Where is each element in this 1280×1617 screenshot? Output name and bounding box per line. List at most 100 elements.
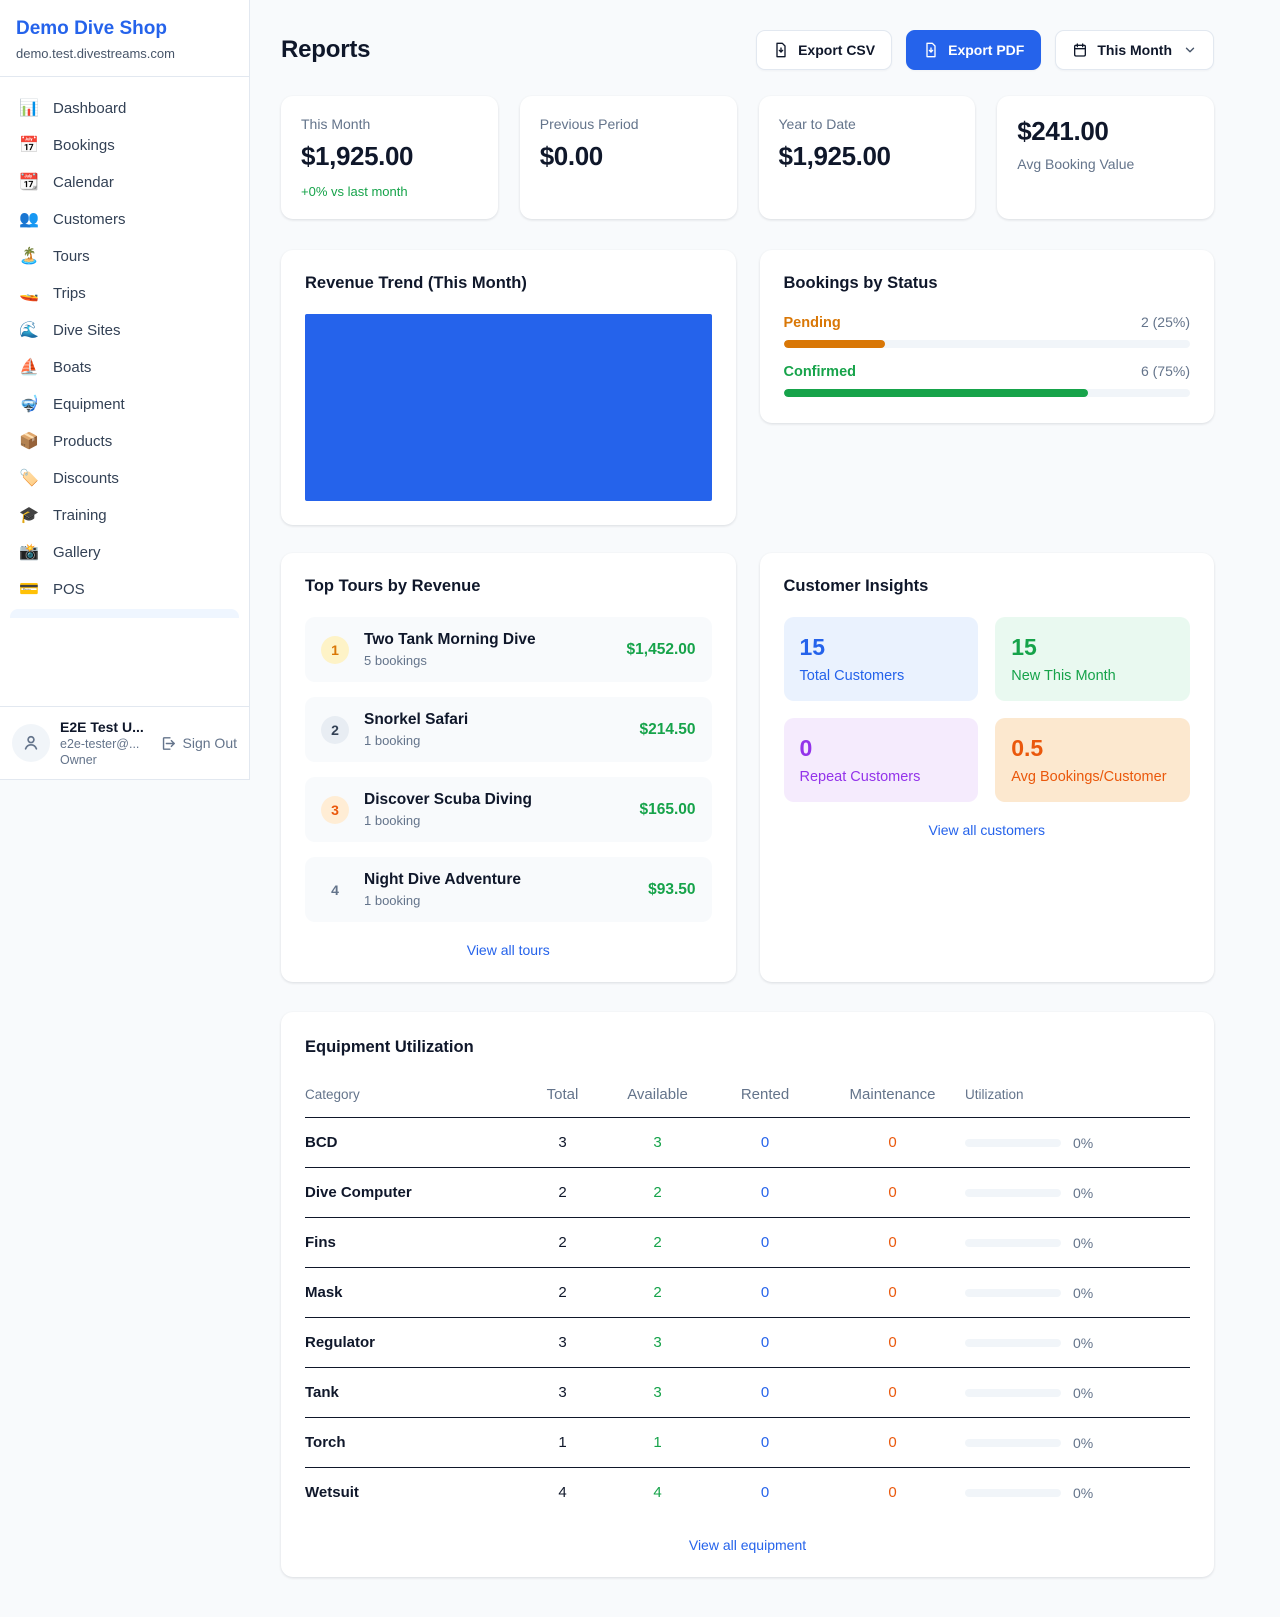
sidebar-item-tours[interactable]: 🏝️ Tours: [8, 238, 241, 275]
sidebar-item-label: Dive Sites: [53, 322, 121, 339]
table-row: Fins 2 2 0 0 0%: [305, 1218, 1190, 1268]
speedboat-icon: 🚤: [18, 286, 40, 302]
tour-row[interactable]: 3 Discover Scuba Diving 1 booking $165.0…: [305, 777, 712, 842]
equipment-category: Regulator: [305, 1334, 520, 1351]
equipment-rented: 0: [710, 1134, 820, 1151]
page-header: Reports Export CSV Export PDF: [281, 30, 1214, 70]
sidebar-item-dive-sites[interactable]: 🌊 Dive Sites: [8, 312, 241, 349]
col-header-utilization: Utilization: [965, 1087, 1190, 1102]
sidebar-item-gallery[interactable]: 📸 Gallery: [8, 534, 241, 571]
status-label: Pending: [784, 315, 841, 331]
tile-label: New This Month: [1011, 668, 1174, 684]
equipment-available: 3: [605, 1334, 710, 1351]
tour-amount: $1,452.00: [627, 641, 696, 659]
sign-out-button[interactable]: Sign Out: [160, 735, 237, 752]
sidebar-item-label: Dashboard: [53, 100, 126, 117]
sidebar-item-discounts[interactable]: 🏷️ Discounts: [8, 460, 241, 497]
sidebar-item-pos[interactable]: 💳 POS: [8, 571, 241, 608]
equipment-total: 1: [520, 1434, 605, 1451]
export-pdf-button[interactable]: Export PDF: [906, 30, 1041, 70]
equipment-available: 3: [605, 1384, 710, 1401]
sidebar-item-equipment[interactable]: 🤿 Equipment: [8, 386, 241, 423]
sidebar-item-trips[interactable]: 🚤 Trips: [8, 275, 241, 312]
tile-value: 0: [800, 735, 963, 762]
utilization-bar-track: [965, 1489, 1061, 1497]
tile-label: Avg Bookings/Customer: [1011, 769, 1174, 785]
revenue-trend-card: Revenue Trend (This Month): [281, 250, 736, 525]
sidebar-item-bookings[interactable]: 📅 Bookings: [8, 127, 241, 164]
sidebar-item-products[interactable]: 📦 Products: [8, 423, 241, 460]
sidebar-item-dashboard[interactable]: 📊 Dashboard: [8, 90, 241, 127]
sidebar-item-customers[interactable]: 👥 Customers: [8, 201, 241, 238]
user-name: E2E Test U...: [60, 719, 150, 735]
col-header-available: Available: [605, 1086, 710, 1103]
equipment-category: Torch: [305, 1434, 520, 1451]
sidebar: Demo Dive Shop demo.test.divestreams.com…: [0, 0, 250, 780]
utilization-bar-track: [965, 1189, 1061, 1197]
view-all-tours-link[interactable]: View all tours: [305, 942, 712, 958]
view-all-customers-link[interactable]: View all customers: [784, 822, 1191, 838]
tile-total-customers: 15 Total Customers: [784, 617, 979, 701]
utilization-bar-track: [965, 1289, 1061, 1297]
tour-row[interactable]: 1 Two Tank Morning Dive 5 bookings $1,45…: [305, 617, 712, 682]
sidebar-item-label: Equipment: [53, 396, 125, 413]
equipment-total: 3: [520, 1384, 605, 1401]
charts-row: Revenue Trend (This Month) Bookings by S…: [281, 250, 1214, 525]
insight-tiles: 15 Total Customers 15 New This Month 0 R…: [784, 617, 1191, 802]
sidebar-item-label: Discounts: [53, 470, 119, 487]
tour-row[interactable]: 2 Snorkel Safari 1 booking $214.50: [305, 697, 712, 762]
equipment-total: 4: [520, 1484, 605, 1501]
period-selector[interactable]: This Month: [1055, 30, 1214, 70]
sidebar-item-calendar[interactable]: 📆 Calendar: [8, 164, 241, 201]
tour-name: Two Tank Morning Dive: [364, 631, 612, 649]
stat-label: Avg Booking Value: [1017, 156, 1194, 172]
wave-icon: 🌊: [18, 323, 40, 339]
stat-label: This Month: [301, 116, 478, 132]
tour-bookings: 1 booking: [364, 733, 624, 748]
equipment-total: 3: [520, 1134, 605, 1151]
sign-out-label: Sign Out: [183, 735, 237, 751]
customer-insights-title: Customer Insights: [784, 577, 1191, 596]
utilization-bar-track: [965, 1439, 1061, 1447]
insights-row: Top Tours by Revenue 1 Two Tank Morning …: [281, 553, 1214, 982]
camera-icon: 📸: [18, 545, 40, 561]
top-tours-card: Top Tours by Revenue 1 Two Tank Morning …: [281, 553, 736, 982]
utilization-label: 0%: [1073, 1135, 1093, 1151]
tour-amount: $165.00: [639, 801, 695, 819]
equipment-maintenance: 0: [820, 1484, 965, 1501]
view-all-equipment-link[interactable]: View all equipment: [305, 1537, 1190, 1553]
sidebar-item-training[interactable]: 🎓 Training: [8, 497, 241, 534]
graduation-cap-icon: 🎓: [18, 508, 40, 524]
equipment-available: 1: [605, 1434, 710, 1451]
user-panel: E2E Test U... e2e-tester@... Owner Sign …: [0, 706, 249, 779]
tour-row[interactable]: 4 Night Dive Adventure 1 booking $93.50: [305, 857, 712, 922]
sidebar-item-reports-partial[interactable]: [10, 609, 239, 618]
col-header-total: Total: [520, 1086, 605, 1103]
tour-amount: $93.50: [648, 881, 695, 899]
page-title: Reports: [281, 36, 370, 64]
table-row: Regulator 3 3 0 0 0%: [305, 1318, 1190, 1368]
tour-bookings: 5 bookings: [364, 653, 612, 668]
chevron-down-icon: [1183, 43, 1197, 57]
equipment-rented: 0: [710, 1384, 820, 1401]
stat-card-this-month: This Month $1,925.00 +0% vs last month: [281, 96, 498, 219]
sidebar-item-label: Boats: [53, 359, 91, 376]
stat-delta: +0% vs last month: [301, 184, 478, 199]
utilization-label: 0%: [1073, 1485, 1093, 1501]
avatar: [12, 724, 50, 762]
status-bar-fill: [784, 340, 886, 348]
sidebar-item-label: Gallery: [53, 544, 101, 561]
utilization-bar-track: [965, 1139, 1061, 1147]
equipment-utilization-title: Equipment Utilization: [305, 1038, 1190, 1057]
table-row: BCD 3 3 0 0 0%: [305, 1118, 1190, 1168]
file-download-icon: [923, 42, 939, 58]
sign-out-icon: [160, 735, 177, 752]
sailboat-icon: ⛵: [18, 360, 40, 376]
export-csv-label: Export CSV: [798, 42, 875, 58]
sidebar-item-boats[interactable]: ⛵ Boats: [8, 349, 241, 386]
status-bar-fill: [784, 389, 1089, 397]
export-csv-button[interactable]: Export CSV: [756, 30, 892, 70]
equipment-total: 2: [520, 1284, 605, 1301]
shop-domain: demo.test.divestreams.com: [16, 46, 233, 61]
equipment-maintenance: 0: [820, 1134, 965, 1151]
